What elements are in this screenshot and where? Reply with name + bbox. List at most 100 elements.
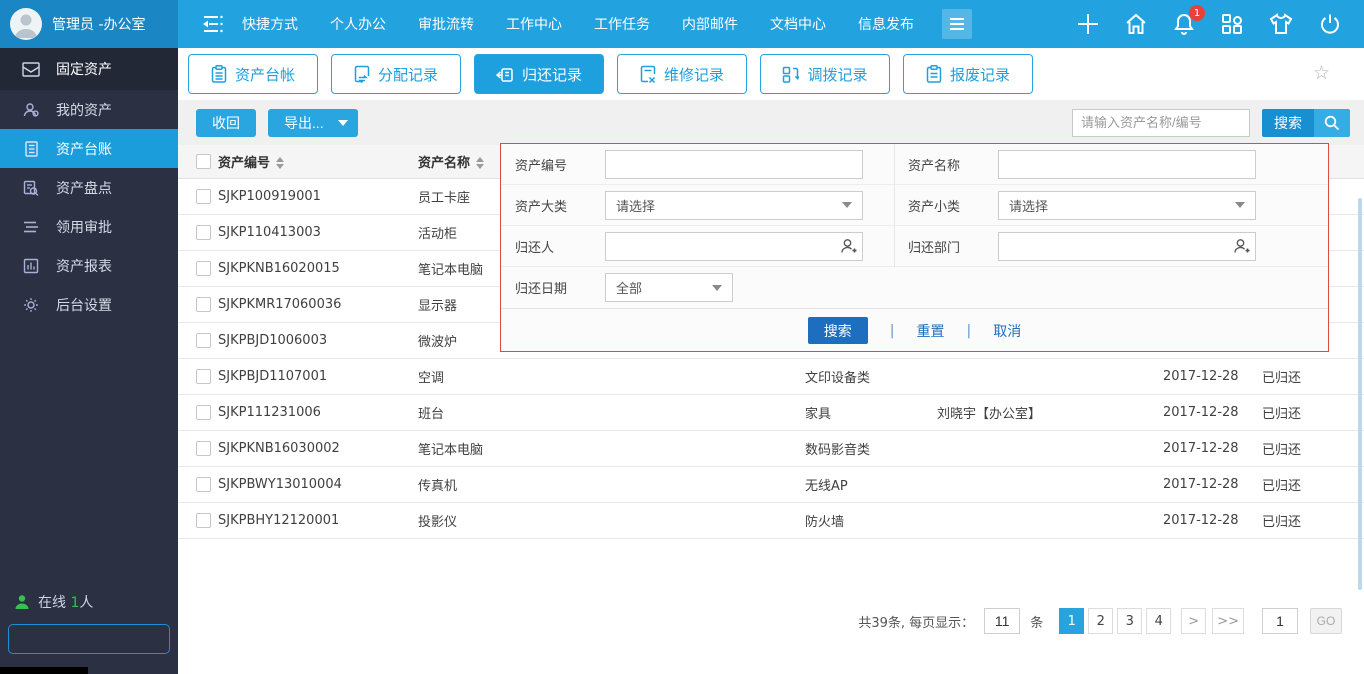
online-status: 在线 1人	[14, 592, 93, 612]
tab-repair-records[interactable]: 维修记录	[617, 54, 747, 94]
select-all-checkbox[interactable]	[196, 154, 211, 169]
sort-icon[interactable]	[476, 157, 484, 169]
category-major-select[interactable]: 请选择	[605, 191, 863, 220]
sidebar-scroll-strip	[0, 667, 88, 674]
return-dept-label: 归还部门	[894, 237, 998, 256]
sidebar-item-approval[interactable]: 领用审批	[0, 207, 178, 246]
vertical-scrollbar[interactable]	[1358, 198, 1362, 590]
row-checkbox[interactable]	[196, 441, 211, 456]
gear-icon	[22, 297, 40, 313]
row-checkbox[interactable]	[196, 333, 211, 348]
search-button[interactable]: 搜索	[1262, 109, 1350, 137]
cell-asset-name: 传真机	[418, 466, 805, 502]
page-button[interactable]: 3	[1117, 608, 1142, 634]
asset-search-input[interactable]	[1072, 109, 1250, 137]
row-checkbox[interactable]	[196, 477, 211, 492]
top-nav-item[interactable]: 工作任务	[594, 14, 650, 34]
filter-panel: 资产编号 资产名称 资产大类 请选择 资产小类 请选择 归还人	[500, 143, 1329, 352]
return-date-select[interactable]: 全部	[605, 273, 733, 302]
favorite-star-icon[interactable]: ☆	[1313, 62, 1330, 84]
chevron-down-icon	[842, 202, 852, 208]
sidebar-item-settings[interactable]: 后台设置	[0, 285, 178, 324]
top-nav-item[interactable]: 信息发布	[858, 14, 914, 34]
sidebar-module-fixed-assets[interactable]: 固定资产	[0, 48, 178, 90]
next-page-button[interactable]: >	[1181, 608, 1206, 634]
person-add-icon[interactable]	[840, 238, 857, 255]
return-person-label: 归还人	[501, 237, 605, 256]
tab-allocation-records[interactable]: 分配记录	[331, 54, 461, 94]
page-button[interactable]: 2	[1088, 608, 1113, 634]
row-checkbox[interactable]	[196, 225, 211, 240]
sidebar-item-asset-reports[interactable]: 资产报表	[0, 246, 178, 285]
page-size-unit: 条	[1030, 612, 1043, 631]
cell-status: 已归还	[1262, 358, 1364, 394]
cancel-link[interactable]: 取消	[993, 321, 1021, 341]
cell-return-person	[937, 358, 1163, 394]
table-row[interactable]: SJKPBHY12120001 投影仪 防火墙 2017-12-28 已归还	[178, 502, 1364, 538]
home-icon[interactable]	[1124, 12, 1148, 36]
asset-name-field[interactable]	[998, 150, 1256, 179]
notifications-bell-icon[interactable]: 1	[1172, 12, 1196, 36]
chevron-down-icon	[338, 120, 348, 126]
cell-asset-code: SJKPBJD1006003	[218, 322, 418, 358]
export-button[interactable]: 导出...	[268, 109, 358, 137]
top-nav-item[interactable]: 内部邮件	[682, 14, 738, 34]
tab-transfer-records[interactable]: 调拨记录	[760, 54, 890, 94]
cell-return-person	[937, 430, 1163, 466]
cell-category: 数码影音类	[805, 430, 937, 466]
filter-row-4: 归还日期 全部	[501, 267, 1328, 308]
top-nav-item[interactable]: 文档中心	[770, 14, 826, 34]
sidebar-item-asset-ledger[interactable]: 资产台账	[0, 129, 178, 168]
tab-asset-ledger[interactable]: 资产台帐	[188, 54, 318, 94]
last-page-button[interactable]: >>	[1212, 608, 1244, 634]
top-nav-item[interactable]: 审批流转	[418, 14, 474, 34]
tab-return-records[interactable]: 归还记录	[474, 54, 604, 94]
page-button[interactable]: 4	[1146, 608, 1171, 634]
avatar	[10, 8, 42, 40]
table-row[interactable]: SJKPBWY13010004 传真机 无线AP 2017-12-28 已归还	[178, 466, 1364, 502]
power-icon[interactable]	[1318, 12, 1342, 36]
theme-shirt-icon[interactable]	[1268, 12, 1294, 36]
row-checkbox[interactable]	[196, 369, 211, 384]
asset-name-label: 资产名称	[894, 155, 998, 174]
row-checkbox[interactable]	[196, 513, 211, 528]
top-nav: 快捷方式 个人办公 审批流转 工作中心 工作任务 内部邮件 文档中心 信息发布	[242, 14, 914, 34]
return-dept-field[interactable]	[998, 232, 1256, 261]
collapse-menu-icon[interactable]	[200, 14, 224, 34]
column-header-code[interactable]: 资产编号	[218, 145, 418, 178]
table-row[interactable]: SJKPBJD1107001 空调 文印设备类 2017-12-28 已归还	[178, 358, 1364, 394]
reset-link[interactable]: 重置	[917, 321, 945, 341]
row-checkbox[interactable]	[196, 297, 211, 312]
sidebar-item-my-assets[interactable]: 我的资产	[0, 90, 178, 129]
add-icon[interactable]	[1076, 12, 1100, 36]
sidebar-search-input[interactable]	[9, 632, 201, 647]
asset-code-field[interactable]	[605, 150, 863, 179]
row-checkbox[interactable]	[196, 189, 211, 204]
goto-page-input[interactable]	[1262, 608, 1298, 634]
category-minor-select[interactable]: 请选择	[998, 191, 1256, 220]
panel-search-button[interactable]: 搜索	[808, 317, 868, 344]
cell-category: 家具	[805, 394, 937, 430]
user-block[interactable]: 管理员 -办公室	[0, 0, 178, 48]
top-nav-item[interactable]: 快捷方式	[242, 14, 298, 34]
table-row[interactable]: SJKPKNB16030002 笔记本电脑 数码影音类 2017-12-28 已…	[178, 430, 1364, 466]
row-checkbox[interactable]	[196, 405, 211, 420]
top-nav-item[interactable]: 个人办公	[330, 14, 386, 34]
apps-grid-icon[interactable]	[1220, 12, 1244, 36]
person-add-icon[interactable]	[1233, 238, 1250, 255]
page-button[interactable]: 1	[1059, 608, 1084, 634]
return-date-label: 归还日期	[501, 278, 605, 297]
recall-button[interactable]: 收回	[196, 109, 256, 137]
tab-scrap-records[interactable]: 报废记录	[903, 54, 1033, 94]
go-button[interactable]: GO	[1310, 608, 1342, 634]
sidebar-item-asset-inventory[interactable]: 资产盘点	[0, 168, 178, 207]
cell-asset-code: SJKP111231006	[218, 394, 418, 430]
table-row[interactable]: SJKP111231006 班台 家具 刘晓宇【办公室】 2017-12-28 …	[178, 394, 1364, 430]
tab-label: 归还记录	[522, 64, 582, 85]
page-size-input[interactable]	[984, 608, 1020, 634]
sort-icon[interactable]	[276, 157, 284, 169]
return-person-field[interactable]	[605, 232, 863, 261]
top-nav-item[interactable]: 工作中心	[506, 14, 562, 34]
more-menu-button[interactable]	[942, 9, 972, 39]
row-checkbox[interactable]	[196, 261, 211, 276]
